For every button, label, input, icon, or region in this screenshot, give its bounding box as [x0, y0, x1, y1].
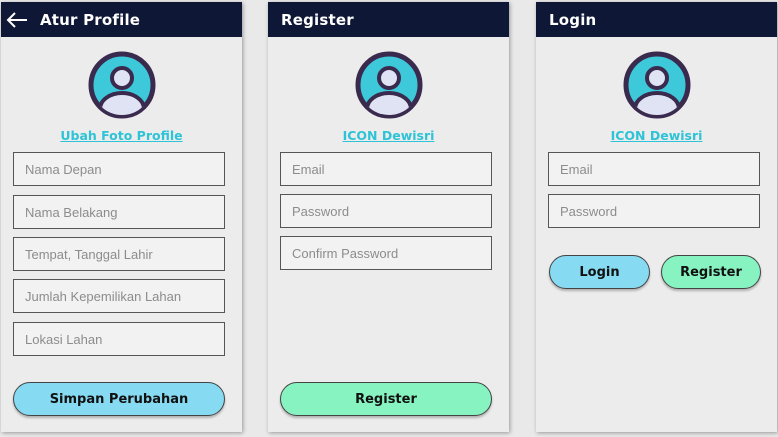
birth-place-date-field[interactable]: Tempat, Tanggal Lahir: [13, 237, 225, 271]
page-title: Login: [549, 10, 597, 29]
register-button[interactable]: Register: [661, 255, 761, 289]
password-field[interactable]: Password: [280, 194, 492, 228]
first-name-field[interactable]: Nama Depan: [13, 152, 225, 186]
arrow-left-icon[interactable]: [6, 11, 28, 28]
register-button[interactable]: Register: [280, 382, 492, 416]
profile-screen: Atur Profile Ubah Foto Profile Nama Depa…: [1, 2, 242, 432]
save-changes-button[interactable]: Simpan Perubahan: [13, 382, 225, 416]
email-field[interactable]: Email: [280, 152, 492, 186]
confirm-password-field[interactable]: Confirm Password: [280, 236, 492, 270]
change-photo-link[interactable]: Ubah Foto Profile: [1, 128, 242, 143]
app-logo-icon: [355, 51, 422, 119]
app-name-label: ICON Dewisri: [610, 128, 703, 143]
app-logo-icon: [623, 51, 690, 119]
last-name-field[interactable]: Nama Belakang: [13, 195, 225, 229]
app-name-label: ICON Dewisri: [342, 128, 435, 143]
password-field[interactable]: Password: [548, 194, 760, 228]
login-appbar: Login: [536, 2, 777, 37]
page-title: Atur Profile: [40, 10, 141, 29]
land-location-field[interactable]: Lokasi Lahan: [13, 322, 225, 356]
login-button[interactable]: Login: [549, 255, 650, 289]
login-screen: Login ICON Dewisri Email Password Login …: [536, 2, 777, 432]
register-appbar: Register: [268, 2, 509, 37]
email-field[interactable]: Email: [548, 152, 760, 186]
user-avatar-icon[interactable]: [88, 51, 156, 119]
land-ownership-field[interactable]: Jumlah Kepemilikan Lahan: [13, 279, 225, 313]
page-title: Register: [281, 10, 354, 29]
profile-appbar: Atur Profile: [1, 2, 242, 37]
register-screen: Register ICON Dewisri Email Password Con…: [268, 2, 509, 432]
